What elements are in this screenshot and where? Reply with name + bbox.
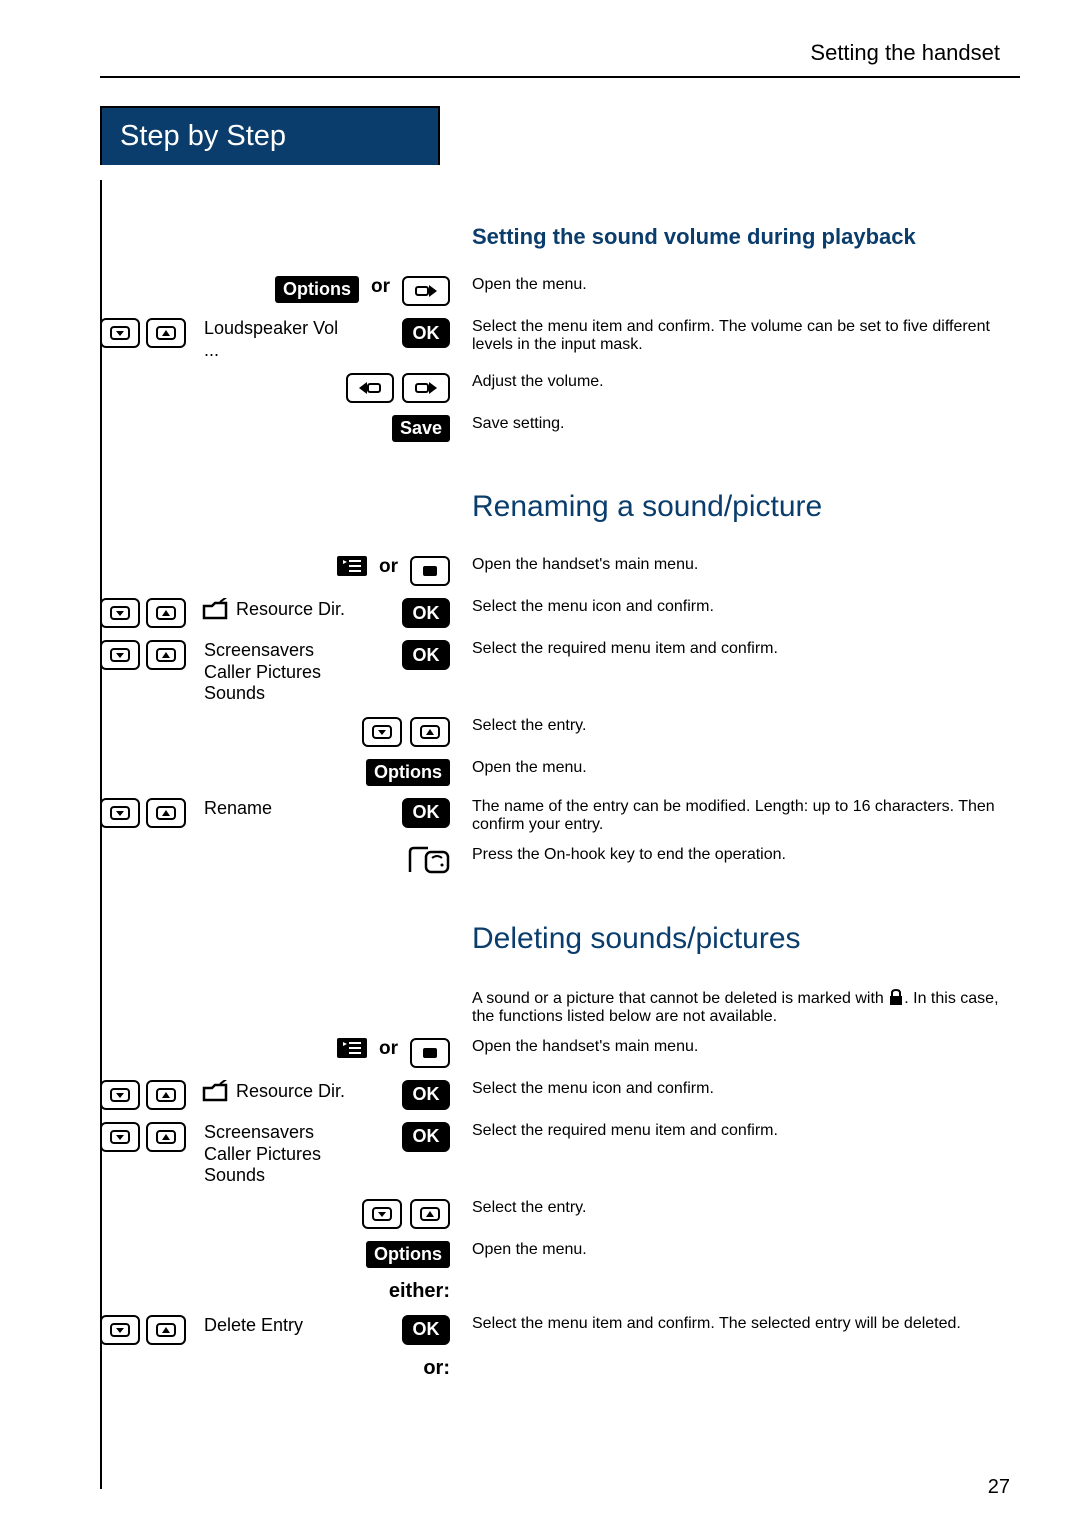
page: Setting the handset Step by Step Setting… [0, 0, 1080, 1529]
nav-up-key-2[interactable] [146, 598, 186, 628]
delete-desc-text: Select the menu item and confirm. The se… [460, 1315, 1020, 1333]
delete-intro-text: A sound or a picture that cannot be dele… [460, 988, 1020, 1026]
select-entry-text-2: Select the entry. [460, 1199, 1020, 1217]
nav-down-key-4[interactable] [362, 717, 402, 747]
open-menu-text-2: Open the menu. [460, 759, 1020, 777]
resource-dir-label: Resource Dir. [230, 599, 345, 621]
or-final-label: or: [423, 1357, 450, 1380]
center-key[interactable] [410, 556, 450, 586]
nav-up-key-9[interactable] [146, 1315, 186, 1345]
menu-items-list: Screensavers Caller Pictures Sounds [194, 640, 394, 705]
options-softkey-2[interactable]: Options [366, 759, 450, 786]
nav-up-key-3[interactable] [146, 640, 186, 670]
nav-down-key-8[interactable] [362, 1199, 402, 1229]
nav-down-key-6[interactable] [100, 1080, 140, 1110]
select-menu-icon-text-2: Select the menu icon and confirm. [460, 1080, 1020, 1098]
nav-right-key[interactable] [402, 276, 450, 306]
or-text-2: or [375, 556, 402, 578]
center-key-2[interactable] [410, 1038, 450, 1068]
delete-entry-label: Delete Entry [194, 1315, 394, 1337]
select-required-text-2: Select the required menu item and confir… [460, 1122, 1020, 1140]
either-label: either: [389, 1280, 450, 1303]
section-sound-volume: Setting the sound volume during playback… [100, 218, 1020, 1392]
select-required-text: Select the required menu item and confir… [460, 640, 1020, 658]
save-setting-text: Save setting. [460, 415, 1020, 433]
rename-desc-text: The name of the entry can be modified. L… [460, 798, 1020, 834]
select-confirm-text: Select the menu item and confirm. The vo… [460, 318, 1020, 354]
ok-softkey-4[interactable]: OK [402, 798, 450, 828]
nav-down-key-2[interactable] [100, 598, 140, 628]
nav-up-key-8[interactable] [410, 1199, 450, 1229]
nav-up-key-6[interactable] [146, 1080, 186, 1110]
nav-down-key-9[interactable] [100, 1315, 140, 1345]
open-main-menu-text: Open the handset's main menu. [460, 556, 1020, 574]
menu-icon[interactable] [337, 556, 367, 576]
ok-softkey-7[interactable]: OK [402, 1315, 450, 1345]
nav-right-key-2[interactable] [402, 373, 450, 403]
open-menu-text-3: Open the menu. [460, 1241, 1020, 1259]
resource-dir-label-2: Resource Dir. [230, 1081, 345, 1103]
nav-left-key[interactable] [346, 373, 394, 403]
ok-softkey[interactable]: OK [402, 318, 450, 348]
nav-up-key-4[interactable] [410, 717, 450, 747]
menu-items-list-2: Screensavers Caller Pictures Sounds [194, 1122, 394, 1187]
open-main-menu-text-2: Open the handset's main menu. [460, 1038, 1020, 1056]
rename-label: Rename [194, 798, 394, 820]
menu-icon-2[interactable] [337, 1038, 367, 1058]
open-menu-text: Open the menu. [460, 276, 1020, 294]
nav-down-key-3[interactable] [100, 640, 140, 670]
options-softkey-3[interactable]: Options [366, 1241, 450, 1268]
header-rule [100, 76, 1020, 78]
adjust-volume-text: Adjust the volume. [460, 373, 1020, 391]
lock-icon [888, 988, 904, 1006]
nav-up-key-7[interactable] [146, 1122, 186, 1152]
header-section: Setting the handset [100, 40, 1020, 66]
ok-softkey-2[interactable]: OK [402, 598, 450, 628]
options-softkey[interactable]: Options [275, 276, 359, 303]
page-number: 27 [988, 1476, 1010, 1499]
ok-softkey-6[interactable]: OK [402, 1122, 450, 1152]
select-menu-icon-text: Select the menu icon and confirm. [460, 598, 1020, 616]
folder-icon [202, 598, 230, 622]
step-by-step-header: Step by Step [100, 106, 440, 165]
ok-softkey-5[interactable]: OK [402, 1080, 450, 1110]
or-text: or [367, 276, 394, 298]
or-text-3: or [375, 1038, 402, 1060]
onhook-text: Press the On-hook key to end the operati… [460, 846, 1020, 864]
loudspeaker-label: Loudspeaker Vol ... [194, 318, 394, 361]
save-softkey[interactable]: Save [392, 415, 450, 442]
nav-up-key-5[interactable] [146, 798, 186, 828]
select-entry-text: Select the entry. [460, 717, 1020, 735]
ok-softkey-3[interactable]: OK [402, 640, 450, 670]
heading-sound-volume: Setting the sound volume during playback [460, 224, 1020, 250]
onhook-key[interactable] [404, 846, 450, 876]
nav-down-key-5[interactable] [100, 798, 140, 828]
nav-up-key[interactable] [146, 318, 186, 348]
heading-renaming: Renaming a sound/picture [460, 490, 1020, 524]
nav-down-key[interactable] [100, 318, 140, 348]
heading-deleting: Deleting sounds/pictures [460, 922, 1020, 956]
folder-icon-2 [202, 1080, 230, 1104]
nav-down-key-7[interactable] [100, 1122, 140, 1152]
